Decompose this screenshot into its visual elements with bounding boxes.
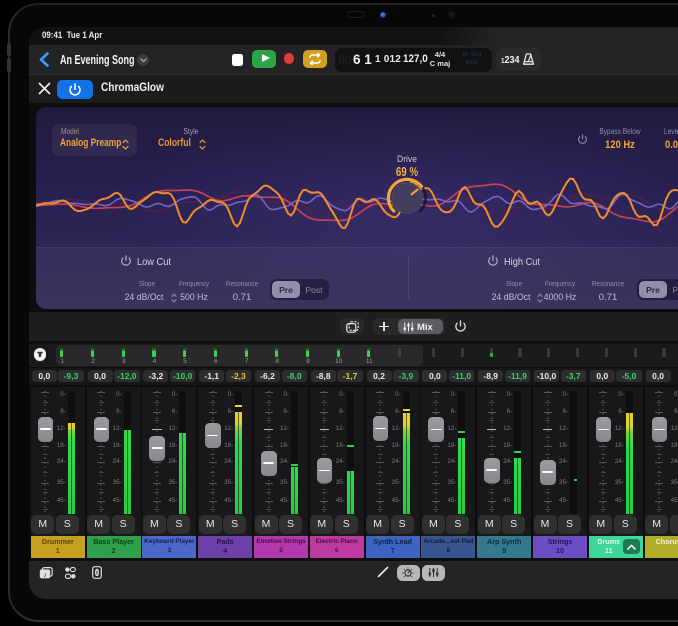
svg-text:♪: ♪ bbox=[43, 572, 47, 579]
